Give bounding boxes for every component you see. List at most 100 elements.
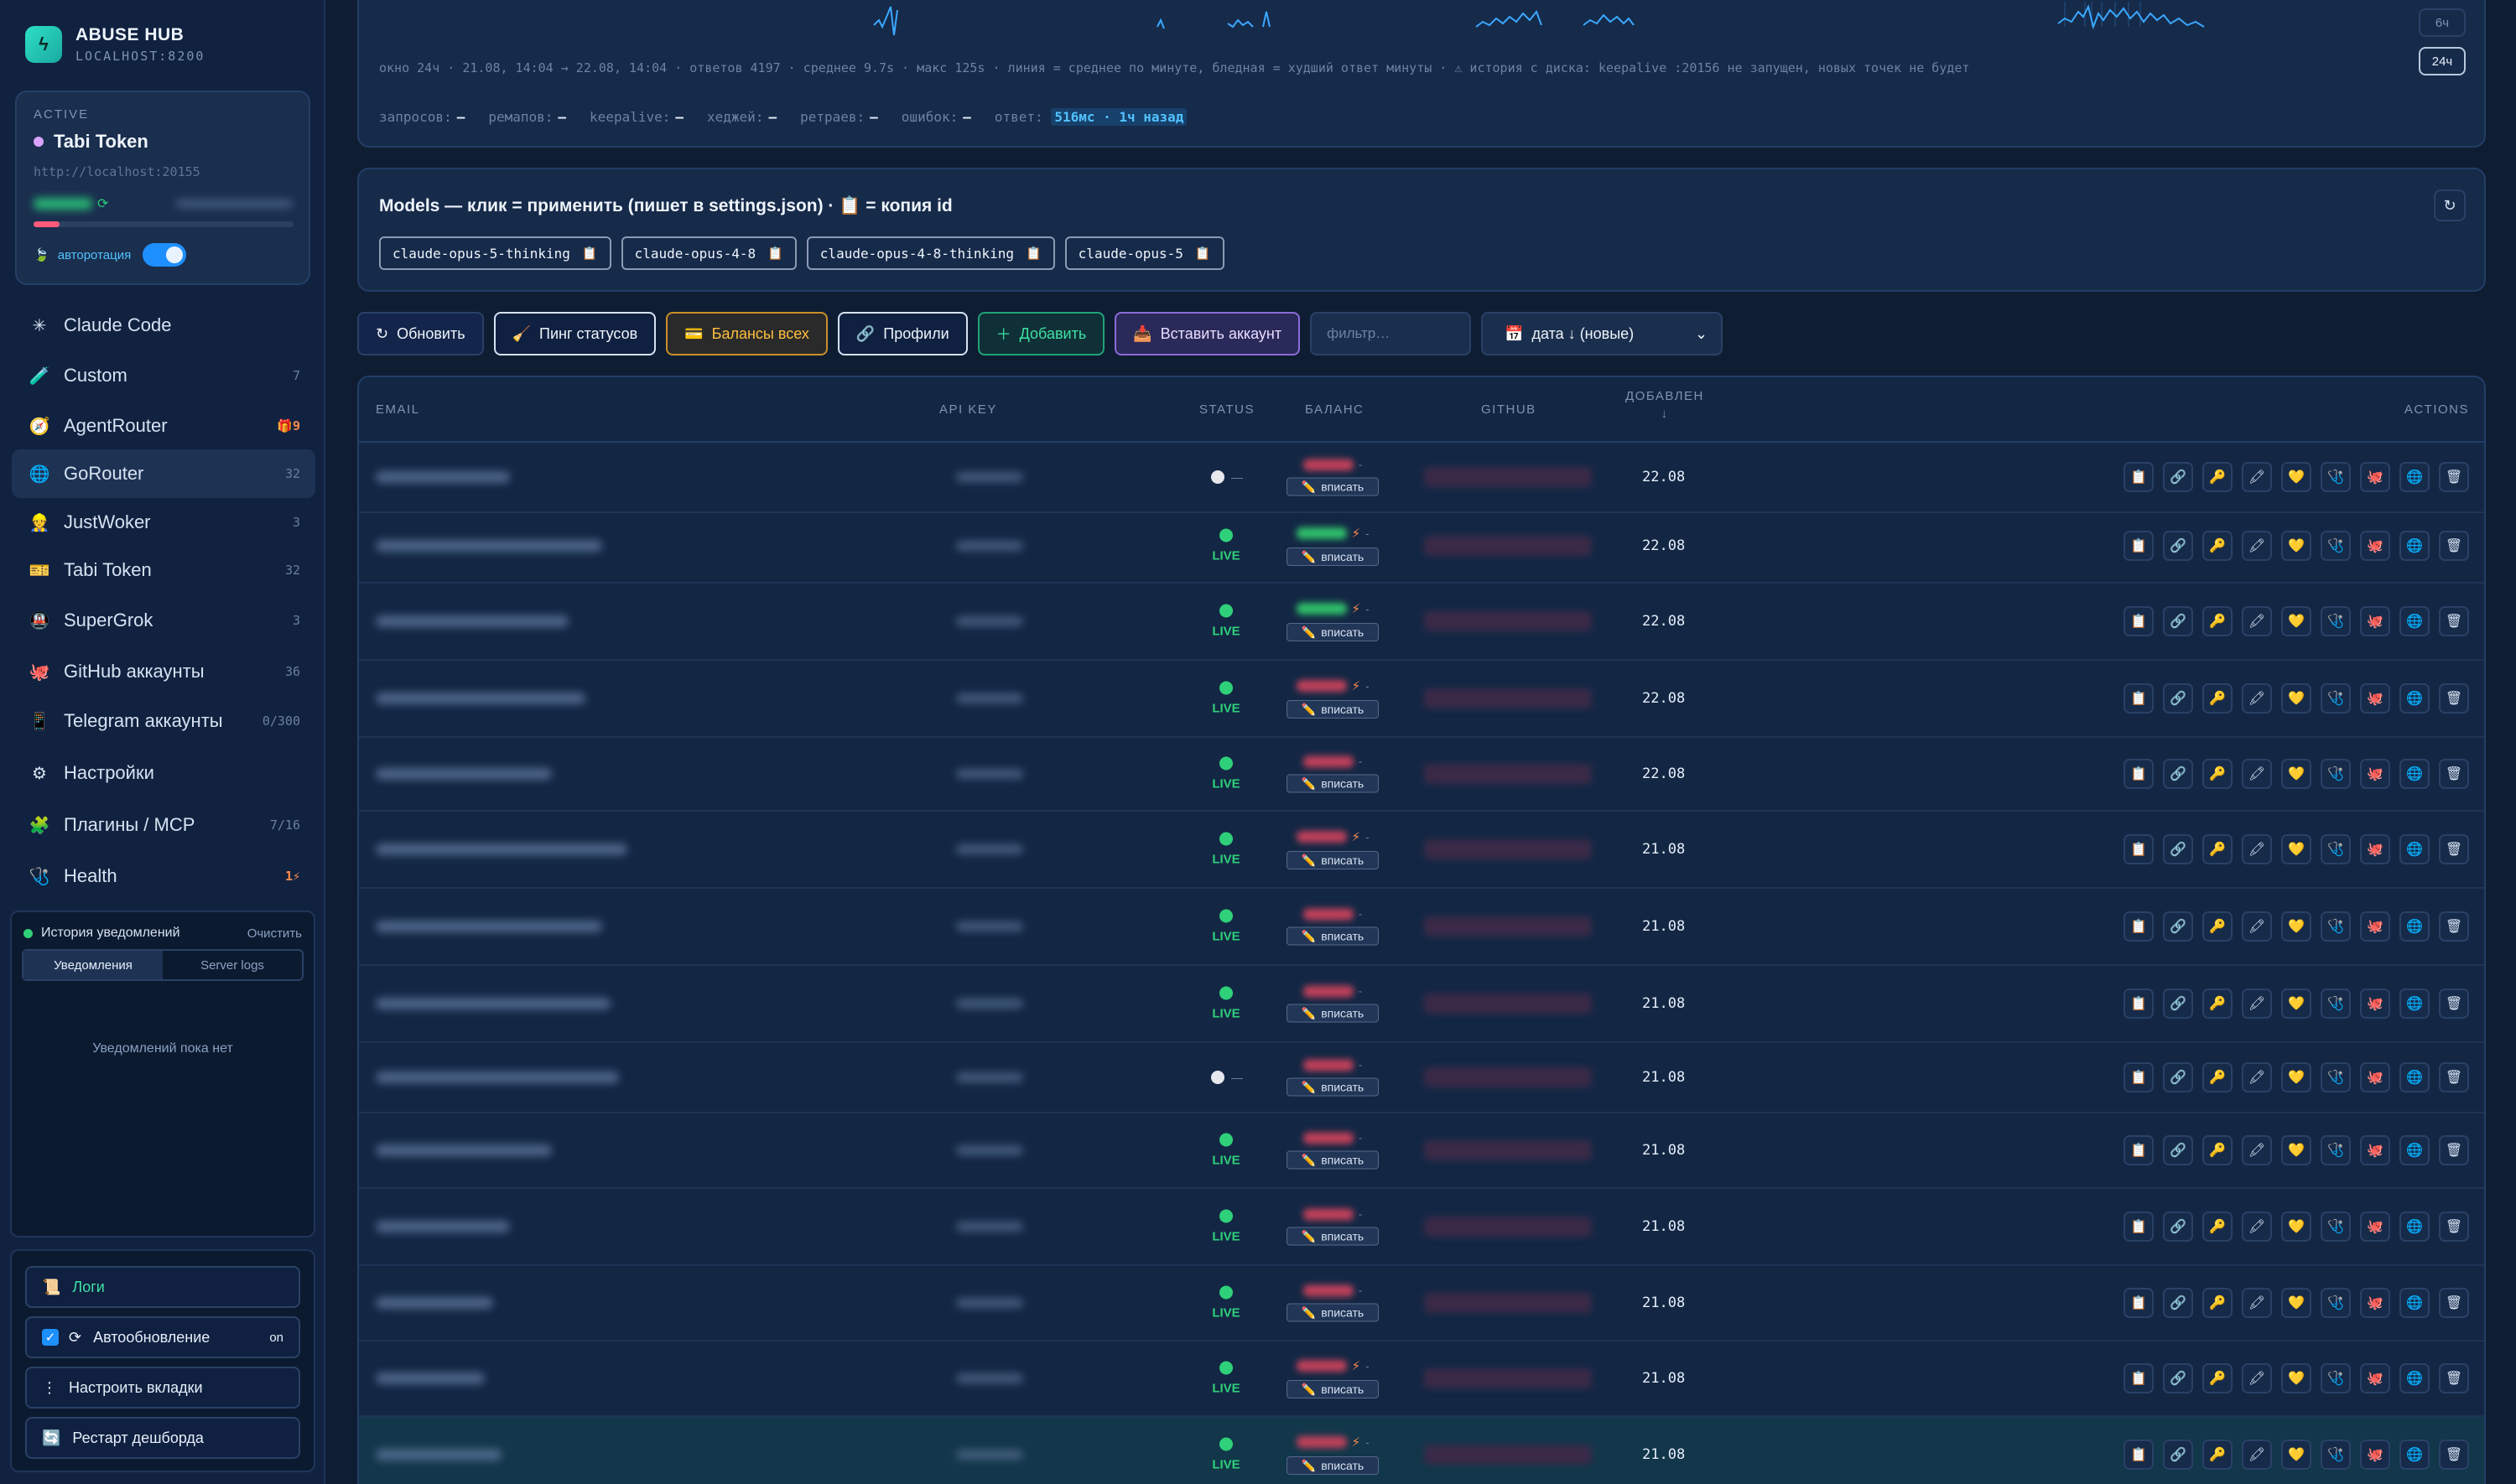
link-icon[interactable]: 🔗	[2163, 462, 2193, 492]
copy-icon[interactable]: 📋	[2124, 988, 2154, 1019]
profiles-button[interactable]: 🔗 Профили	[837, 312, 968, 355]
write-balance-button[interactable]: ✏️ вписать	[1287, 477, 1379, 496]
api-key-cell[interactable]	[956, 541, 1023, 551]
heart-icon[interactable]: 💛	[2281, 834, 2311, 864]
email-cell[interactable]	[376, 693, 585, 704]
trash-icon[interactable]: 🗑	[2439, 683, 2469, 713]
edit-icon[interactable]: 🖍	[2242, 1062, 2272, 1092]
key-icon[interactable]: 🔑	[2202, 988, 2233, 1019]
email-cell[interactable]	[376, 1071, 619, 1083]
models-refresh-button[interactable]: ↻	[2434, 189, 2466, 221]
globe-icon[interactable]: 🌐	[2399, 1135, 2430, 1165]
globe-icon[interactable]: 🌐	[2399, 1440, 2430, 1470]
github-icon[interactable]: 🐙	[2360, 911, 2390, 942]
github-cell[interactable]	[1424, 1067, 1592, 1087]
write-balance-button[interactable]: ✏️ вписать	[1287, 1150, 1379, 1170]
globe-icon[interactable]: 🌐	[2399, 462, 2430, 492]
trash-icon[interactable]: 🗑	[2439, 1062, 2469, 1092]
copy-icon[interactable]: 📋	[2124, 1363, 2154, 1393]
copy-icon[interactable]: 📋	[2124, 1135, 2154, 1165]
copy-icon[interactable]: 📋	[2124, 834, 2154, 864]
header-added[interactable]: ДОБАВЛЕН ↓	[1625, 389, 1704, 421]
api-key-cell[interactable]	[956, 616, 1023, 626]
heart-icon[interactable]: 💛	[2281, 1363, 2311, 1393]
link-icon[interactable]: 🔗	[2163, 1135, 2193, 1165]
github-cell[interactable]	[1424, 688, 1592, 708]
link-icon[interactable]: 🔗	[2163, 834, 2193, 864]
email-cell[interactable]	[376, 1221, 510, 1232]
github-cell[interactable]	[1424, 1217, 1592, 1237]
github-icon[interactable]: 🐙	[2360, 988, 2390, 1019]
edit-icon[interactable]: 🖍	[2242, 462, 2272, 492]
globe-icon[interactable]: 🌐	[2399, 531, 2430, 561]
api-key-cell[interactable]	[956, 472, 1023, 482]
key-icon[interactable]: 🔑	[2202, 759, 2233, 789]
write-balance-button[interactable]: ✏️ вписать	[1287, 774, 1379, 793]
trash-icon[interactable]: 🗑	[2439, 462, 2469, 492]
health-icon[interactable]: 🩺	[2321, 531, 2351, 561]
github-icon[interactable]: 🐙	[2360, 1363, 2390, 1393]
github-cell[interactable]	[1424, 764, 1592, 784]
write-balance-button[interactable]: ✏️ вписать	[1287, 1077, 1379, 1097]
github-icon[interactable]: 🐙	[2360, 606, 2390, 636]
copy-icon[interactable]: 📋	[2124, 531, 2154, 561]
health-icon[interactable]: 🩺	[2321, 462, 2351, 492]
globe-icon[interactable]: 🌐	[2399, 759, 2430, 789]
email-cell[interactable]	[376, 1297, 493, 1309]
heart-icon[interactable]: 💛	[2281, 1135, 2311, 1165]
api-key-cell[interactable]	[956, 1222, 1023, 1232]
key-icon[interactable]: 🔑	[2202, 1288, 2233, 1318]
add-button[interactable]: ＋ Добавить	[977, 312, 1105, 355]
model-chip[interactable]: claude-opus-5 📋	[1064, 236, 1224, 270]
write-balance-button[interactable]: ✏️ вписать	[1287, 1303, 1379, 1322]
github-cell[interactable]	[1424, 839, 1592, 859]
email-cell[interactable]	[376, 1372, 485, 1384]
active-provider-card[interactable]: ACTIVE Tabi Token http://localhost:20155…	[15, 91, 310, 285]
globe-icon[interactable]: 🌐	[2399, 988, 2430, 1019]
link-icon[interactable]: 🔗	[2163, 759, 2193, 789]
github-icon[interactable]: 🐙	[2360, 1135, 2390, 1165]
copy-icon[interactable]: 📋	[2124, 911, 2154, 942]
api-key-cell[interactable]	[956, 1450, 1023, 1460]
api-key-cell[interactable]	[956, 999, 1023, 1009]
edit-icon[interactable]: 🖍	[2242, 1212, 2272, 1242]
paste-account-button[interactable]: 📥 Вставить аккаунт	[1115, 312, 1301, 355]
write-balance-button[interactable]: ✏️ вписать	[1287, 851, 1379, 869]
key-icon[interactable]: 🔑	[2202, 1363, 2233, 1393]
github-icon[interactable]: 🐙	[2360, 683, 2390, 713]
sort-select[interactable]: 📅 дата ↓ (новые) ⌄	[1481, 312, 1723, 355]
header-status[interactable]: STATUS	[1199, 402, 1255, 417]
api-key-cell[interactable]	[956, 693, 1023, 703]
key-icon[interactable]: 🔑	[2202, 1440, 2233, 1470]
copy-icon[interactable]: 📋	[2124, 1440, 2154, 1470]
logs-button[interactable]: 📜 Логи	[25, 1266, 300, 1308]
header-balance[interactable]: БАЛАНС	[1305, 402, 1364, 417]
sidebar-item-claude-code[interactable]: ✳ Claude Code	[12, 302, 315, 349]
github-icon[interactable]: 🐙	[2360, 834, 2390, 864]
write-balance-button[interactable]: ✏️ вписать	[1287, 1380, 1379, 1398]
trash-icon[interactable]: 🗑	[2439, 1288, 2469, 1318]
clear-notifications-button[interactable]: Очистить	[247, 926, 302, 941]
write-balance-button[interactable]: ✏️ вписать	[1287, 700, 1379, 719]
heart-icon[interactable]: 💛	[2281, 683, 2311, 713]
sidebar-item-custom[interactable]: 🧪 Custom 7	[12, 349, 315, 402]
link-icon[interactable]: 🔗	[2163, 531, 2193, 561]
copy-icon[interactable]: 📋	[2124, 462, 2154, 492]
link-icon[interactable]: 🔗	[2163, 683, 2193, 713]
ping-statuses-button[interactable]: 🧹 Пинг статусов	[493, 312, 657, 355]
github-cell[interactable]	[1424, 1368, 1592, 1388]
health-icon[interactable]: 🩺	[2321, 988, 2351, 1019]
restart-dashboard-button[interactable]: 🔄 Рестарт дешборда	[25, 1417, 300, 1459]
copy-icon[interactable]: 📋	[2124, 683, 2154, 713]
link-icon[interactable]: 🔗	[2163, 1212, 2193, 1242]
email-cell[interactable]	[376, 615, 569, 627]
email-cell[interactable]	[376, 1144, 552, 1156]
header-email[interactable]: EMAIL	[376, 402, 420, 417]
email-cell[interactable]	[376, 768, 552, 780]
trash-icon[interactable]: 🗑	[2439, 1440, 2469, 1470]
edit-icon[interactable]: 🖍	[2242, 911, 2272, 942]
brand[interactable]: ϟ ABUSE HUB LOCALHOST:8200	[25, 25, 205, 64]
key-icon[interactable]: 🔑	[2202, 606, 2233, 636]
email-cell[interactable]	[376, 471, 510, 483]
tab-server-logs[interactable]: Server logs	[163, 951, 302, 979]
